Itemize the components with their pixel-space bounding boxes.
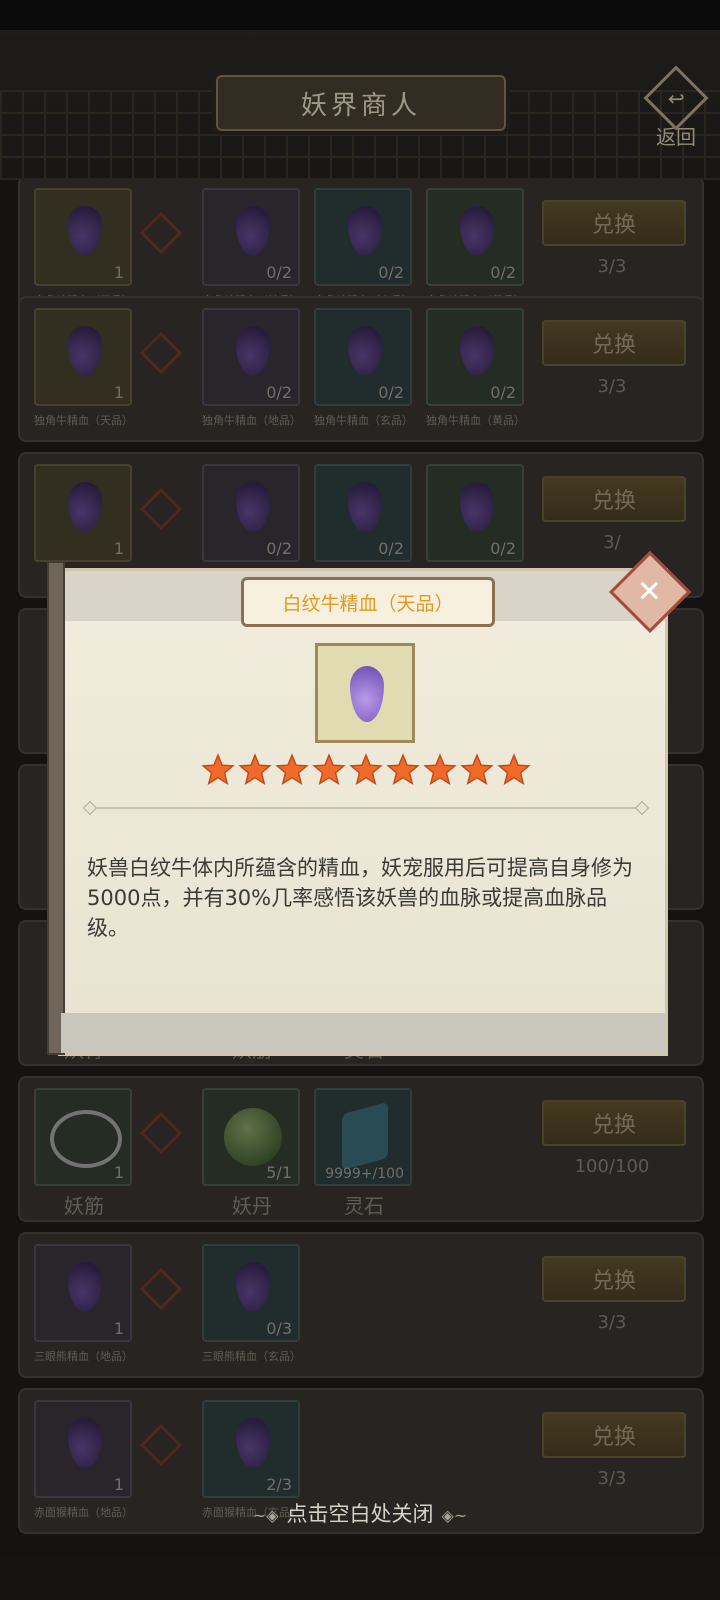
star-icon	[460, 753, 494, 787]
scroll-rod-decor	[47, 561, 65, 1055]
item-icon-box	[315, 643, 415, 743]
star-icon	[349, 753, 383, 787]
divider	[82, 800, 650, 816]
item-detail-popup: 白纹牛精血（天品） ✕ 妖兽白纹牛体内所蕴含的精血，妖宠服用后可提高自身修为50…	[47, 550, 692, 1056]
star-icon	[423, 753, 457, 787]
star-icon	[201, 753, 235, 787]
star-icon	[238, 753, 272, 787]
star-icon	[497, 753, 531, 787]
star-icon	[275, 753, 309, 787]
star-rating	[201, 753, 531, 789]
close-hint-text: 点击空白处关闭	[286, 1502, 434, 1526]
star-icon	[386, 753, 420, 787]
status-bar	[0, 0, 720, 30]
popup-footer-band	[61, 1013, 665, 1053]
bottom-edge	[0, 1556, 720, 1600]
close-hint[interactable]: ~◈ 点击空白处关闭 ◈~	[0, 1498, 720, 1528]
close-icon: ✕	[637, 574, 663, 610]
star-icon	[312, 753, 346, 787]
item-name-title: 白纹牛精血（天品）	[241, 577, 495, 627]
blood-drop-icon	[350, 666, 384, 722]
item-description: 妖兽白纹牛体内所蕴含的精血，妖宠服用后可提高自身修为5000点，并有30%几率感…	[87, 856, 633, 940]
